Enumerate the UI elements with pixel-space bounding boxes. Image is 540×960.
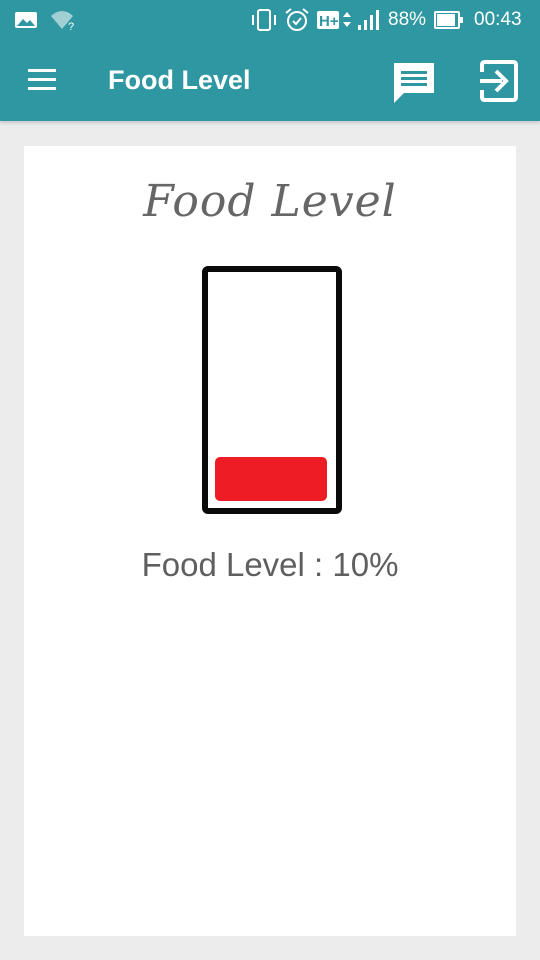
clock: 00:43 [474, 9, 522, 30]
food-level-card: Food Level Food Level : 10% [24, 146, 516, 936]
signal-icon [357, 0, 381, 40]
menu-icon [28, 69, 56, 90]
card-heading: Food Level [143, 176, 397, 227]
alarm-icon [284, 0, 310, 40]
battery-icon [434, 0, 464, 40]
wifi-unknown-icon: ? [50, 0, 78, 40]
gallery-icon [14, 0, 38, 40]
food-level-gauge [202, 266, 342, 514]
chat-icon [394, 63, 434, 103]
app-bar: Food Level [0, 40, 540, 121]
svg-text:?: ? [68, 21, 74, 31]
food-level-text: Food Level : 10% [141, 546, 399, 583]
vibrate-icon [250, 0, 278, 40]
chat-button[interactable] [390, 58, 438, 106]
logout-button[interactable] [476, 58, 522, 104]
status-bar: ? H+ 88% 00:43 [0, 0, 540, 40]
logout-icon [480, 60, 518, 102]
svg-text:H+: H+ [319, 13, 339, 30]
app-title: Food Level [108, 65, 251, 95]
network-type-icon: H+ [316, 0, 354, 40]
battery-percent: 88% [388, 9, 427, 30]
menu-button[interactable] [22, 64, 62, 96]
food-level-fill [215, 457, 327, 501]
